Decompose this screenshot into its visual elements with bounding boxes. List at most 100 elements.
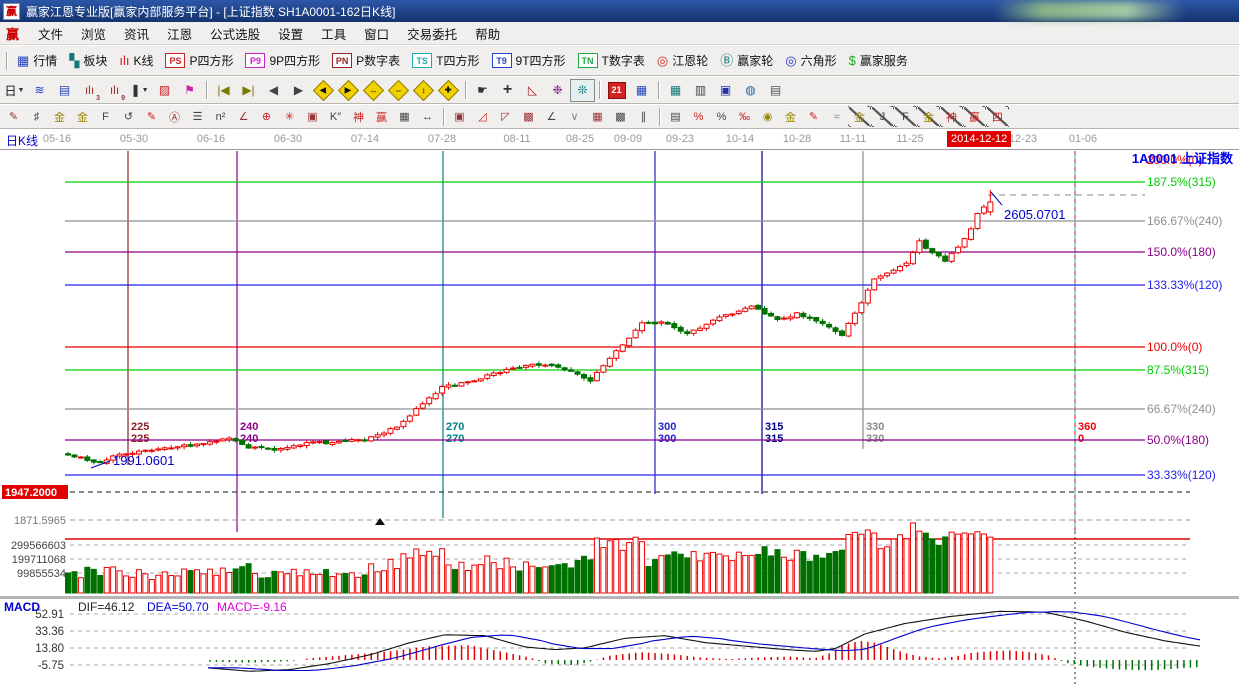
9t-square-button[interactable]: T99T四方形 [486,49,572,73]
win-angle-icon[interactable]: 赢 [963,106,986,127]
j-angle-icon[interactable]: J [871,106,894,127]
winner-service-button[interactable]: $赢家服务 [843,49,914,73]
menu-item-browse[interactable]: 浏览 [72,22,115,45]
spiral-tool-icon[interactable]: ↺ [117,106,140,127]
go-first-icon[interactable]: |◀ [211,79,236,102]
k-marks-icon[interactable]: K″ [324,106,347,127]
price-table-icon[interactable]: ▤ [664,106,687,127]
width-measure-icon[interactable]: ↔ [416,106,439,127]
gann-wheel-button[interactable]: ◎江恩轮 [651,49,714,73]
report-doc-icon[interactable]: ▥ [688,79,713,102]
draw-pen-red-icon[interactable]: ✎ [140,106,163,127]
fan-box-icon[interactable]: ◸ [494,106,517,127]
kline-button[interactable]: ılıK线 [113,49,159,73]
gann-circle-icon[interactable]: ⊕ [255,106,278,127]
draw-pen-icon[interactable]: ✎ [2,106,25,127]
menu-item-news[interactable]: 资讯 [115,22,158,45]
step-forward-icon[interactable]: ▶ [286,79,311,102]
menu-item-gann[interactable]: 江恩 [158,22,201,45]
grid-ticks-icon[interactable]: ♯ [25,106,48,127]
web-export-icon[interactable]: ◍ [738,79,763,102]
date-tick: 05-16 [43,133,71,145]
t-number-table-button[interactable]: TNT数字表 [572,49,651,73]
circle-angle-icon[interactable]: Ⓐ [163,106,186,127]
zoom-left-icon[interactable]: ◀ [311,79,336,102]
market-quotes-button[interactable]: ▦行情 [11,49,63,73]
expand-v-icon[interactable]: ↕ [411,79,436,102]
percent-icon[interactable]: % [710,106,733,127]
t-square-button[interactable]: TST四方形 [406,49,485,73]
bars-9-icon[interactable]: ılı9 [102,79,127,102]
permille-lines-icon[interactable]: ‰ [733,106,756,127]
winner-wheel-button[interactable]: Ⓑ赢家轮 [714,49,779,73]
expand-all-icon[interactable]: ✚ [436,79,461,102]
notes-view-icon[interactable]: ▤ [52,79,77,102]
chart-canvas[interactable]: 2252252402402702703003003153153303303600… [0,150,1239,686]
gold-angle-icon[interactable]: 金 [848,106,871,127]
compress-h-icon[interactable]: ⇔ [386,79,411,102]
fan-lines-icon[interactable]: ◿ [471,106,494,127]
web-box-icon[interactable]: ▩ [517,106,540,127]
hexagon-button[interactable]: ◎六角形 [779,49,842,73]
h-lines-icon[interactable]: ☰ [186,106,209,127]
menu-item-trade-order[interactable]: 交易委托 [398,22,466,45]
save-icon[interactable]: ▣ [713,79,738,102]
9p-square-icon: P9 [245,53,265,68]
print-icon[interactable]: ▤ [763,79,788,102]
p-square-button[interactable]: PSP四方形 [159,49,239,73]
step-back-icon[interactable]: ◀ [261,79,286,102]
shen-tool-icon[interactable]: 神 [347,106,370,127]
menu-item-tools[interactable]: 工具 [312,22,355,45]
wave-tool-icon[interactable]: ❊ [570,79,595,102]
grid-box-icon[interactable]: ▩ [609,106,632,127]
go-last-icon[interactable]: ▶| [236,79,261,102]
diamond-compress-h-icon: ⇔ [388,79,409,100]
crosshair-icon[interactable]: + [495,79,520,102]
trend-angle-icon[interactable]: ∠ [540,106,563,127]
fibonacci-grid-icon[interactable]: F [94,106,117,127]
sectors-button[interactable]: ▚板块 [63,49,113,73]
spider-web-icon[interactable]: ✳ [278,106,301,127]
gold-angle-2-icon[interactable]: 金 [917,106,940,127]
p-number-table-button[interactable]: PNP数字表 [326,49,406,73]
box-select-icon[interactable]: ▣ [448,106,471,127]
calendar-icon[interactable]: 21 [604,79,629,102]
menu-item-settings[interactable]: 设置 [269,22,312,45]
gold-circle-icon[interactable]: ◉ [756,106,779,127]
brush-mark-icon[interactable]: ✎ [802,106,825,127]
shen-angle-icon[interactable]: 神 [940,106,963,127]
win-tool-icon[interactable]: 赢 [370,106,393,127]
gold-grid-2-icon[interactable]: 金 [71,106,94,127]
n-square-icon[interactable]: n² [209,106,232,127]
candle-style-icon[interactable]: ❚▼ [127,79,152,102]
square-web-icon[interactable]: ▣ [301,106,324,127]
ruler-grid-icon[interactable]: ▦ [393,106,416,127]
angle-measure-icon[interactable]: ◺ [520,79,545,102]
calculator-icon[interactable]: ▦ [629,79,654,102]
gold-line-icon[interactable]: 金 [779,106,802,127]
wave-tool-2-icon[interactable]: ≈ [825,106,848,127]
gold-grid-1-icon[interactable]: 金 [48,106,71,127]
bars-3-icon[interactable]: ılı3 [77,79,102,102]
f-angle-icon[interactable]: F [894,106,917,127]
zigzag-lines-icon[interactable]: ∨ [563,106,586,127]
menu-item-window[interactable]: 窗口 [355,22,398,45]
menu-item-help[interactable]: 帮助 [466,22,509,45]
menu-item-file[interactable]: 文件 [29,22,72,45]
network-view-icon[interactable]: ≋ [27,79,52,102]
zoom-right-icon[interactable]: ▶ [336,79,361,102]
color-volume-icon[interactable]: ⚑ [177,79,202,102]
parallel-lines-icon[interactable]: ∥ [632,106,655,127]
grid-large-icon[interactable]: ▦ [586,106,609,127]
9p-square-button[interactable]: P99P四方形 [239,49,326,73]
percent-strike-icon[interactable]: % [687,106,710,127]
drag-hand-icon[interactable]: ☛ [470,79,495,102]
pattern-frame-icon[interactable]: ▨ [152,79,177,102]
menu-item-formula-stock-pick[interactable]: 公式选股 [201,22,269,45]
si-angle-icon[interactable]: 四 [986,106,1009,127]
angle-tool-icon[interactable]: ∠ [232,106,255,127]
period-selector-icon[interactable]: 日▼ [2,79,27,102]
stats-table-icon[interactable]: ▦ [663,79,688,102]
expand-h-icon[interactable]: ↔ [361,79,386,102]
gann-shapes-icon[interactable]: ❉ [545,79,570,102]
